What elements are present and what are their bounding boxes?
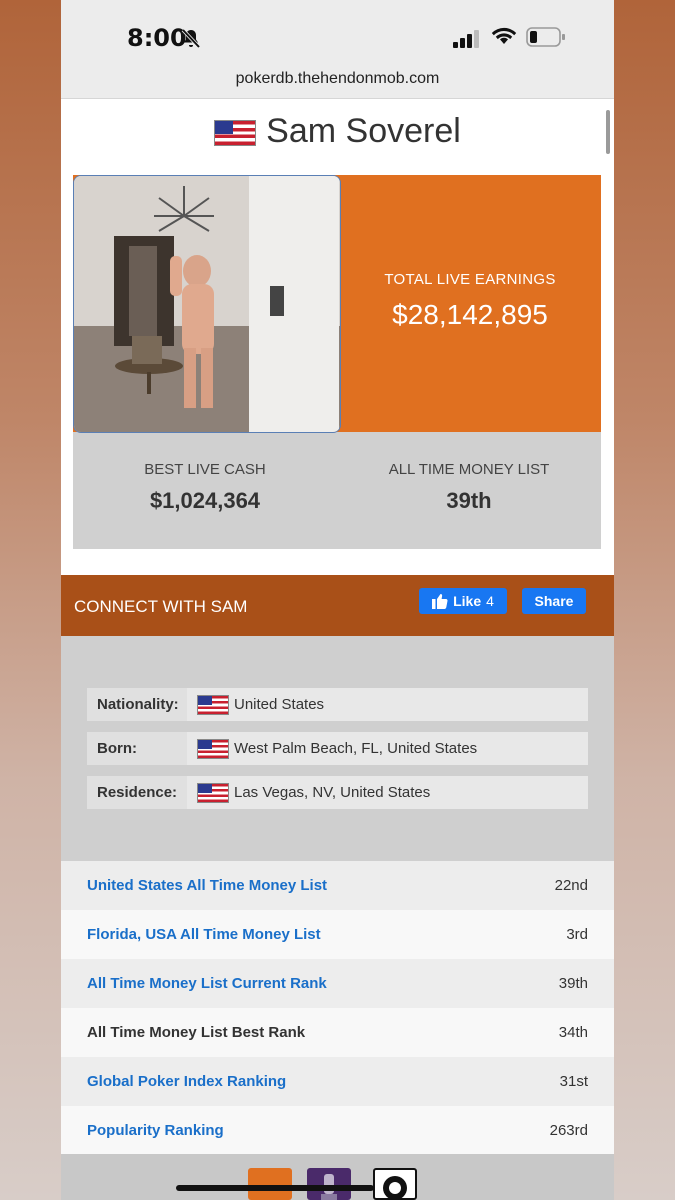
ranking-value: 263rd — [549, 1122, 588, 1139]
player-details-section: Nationality: United States Born: West Pa… — [61, 636, 614, 861]
connect-bar: CONNECT WITH SAM Like 4 Share — [61, 575, 614, 636]
player-header: Sam Soverel — [61, 112, 614, 151]
born-row: Born: West Palm Beach, FL, United States — [87, 732, 588, 765]
poker-chip-icon — [383, 1176, 407, 1200]
cellular-signal-icon — [453, 30, 479, 48]
ranking-row[interactable]: Global Poker Index Ranking 31st — [61, 1057, 614, 1106]
ranking-value: 34th — [558, 1024, 588, 1041]
like-label: Like — [453, 593, 482, 609]
footer-badges — [61, 1154, 614, 1200]
ranking-value: 3rd — [566, 926, 588, 943]
total-live-earnings-label: TOTAL LIVE EARNINGS — [384, 271, 556, 288]
best-live-cash-value: $1,024,364 — [149, 488, 261, 513]
ranking-value: 22nd — [554, 877, 588, 894]
ranking-row[interactable]: All Time Money List Current Rank 39th — [61, 959, 614, 1008]
ranking-row[interactable]: Florida, USA All Time Money List 3rd — [61, 910, 614, 959]
like-count: 4 — [486, 593, 494, 609]
ranking-link[interactable]: All Time Money List Current Rank — [87, 975, 327, 992]
born-value-wrap: West Palm Beach, FL, United States — [197, 732, 477, 765]
player-name: Sam Soverel — [266, 112, 461, 150]
ranking-link[interactable]: Popularity Ranking — [87, 1122, 224, 1139]
nationality-value-wrap: United States — [197, 688, 324, 721]
residence-row: Residence: Las Vegas, NV, United States — [87, 776, 588, 809]
status-bar: 8:00 pokerdb.thehendonmob.com — [61, 0, 614, 99]
player-summary-card: TOTAL LIVE EARNINGS $28,142,895 BEST LIV… — [73, 175, 601, 549]
us-flag-icon — [197, 738, 229, 759]
thumbs-up-icon — [432, 594, 448, 609]
born-value: West Palm Beach, FL, United States — [234, 740, 478, 757]
player-photo-image — [74, 176, 340, 432]
best-live-cash-label: BEST LIVE CASH — [144, 461, 266, 478]
facebook-like-button[interactable]: Like 4 — [419, 588, 507, 614]
residence-value-wrap: Las Vegas, NV, United States — [197, 776, 430, 809]
phone-screen: 8:00 pokerdb.thehendonmob.com Sam Sovere… — [61, 0, 614, 1200]
all-time-money-list-value: 39th — [446, 488, 492, 513]
us-flag-icon — [214, 120, 257, 147]
us-flag-icon — [197, 694, 229, 715]
all-time-money-list-label: ALL TIME MONEY LIST — [388, 461, 550, 478]
us-flag-icon — [197, 782, 229, 803]
ranking-link[interactable]: United States All Time Money List — [87, 877, 327, 894]
born-label: Born: — [87, 732, 187, 765]
ranking-row[interactable]: Popularity Ranking 263rd — [61, 1106, 614, 1155]
chip-badge-icon[interactable] — [373, 1168, 417, 1200]
ranking-link[interactable]: Florida, USA All Time Money List — [87, 926, 321, 943]
facebook-share-button[interactable]: Share — [522, 588, 586, 614]
bell-muted-icon — [181, 28, 201, 49]
ranking-row: All Time Money List Best Rank 34th — [61, 1008, 614, 1057]
ranking-label: All Time Money List Best Rank — [87, 1024, 306, 1041]
battery-icon — [526, 27, 565, 47]
nationality-value: United States — [234, 696, 325, 713]
status-time: 8:00 — [127, 24, 187, 52]
nationality-row: Nationality: United States — [87, 688, 588, 721]
browser-url-bar[interactable]: pokerdb.thehendonmob.com — [61, 70, 614, 88]
ranking-value: 39th — [558, 975, 588, 992]
ranking-row[interactable]: United States All Time Money List 22nd — [61, 861, 614, 910]
trophy-badge-icon[interactable] — [307, 1168, 351, 1200]
player-photo[interactable] — [73, 175, 341, 433]
connect-label: CONNECT WITH SAM — [74, 597, 248, 616]
ranking-value: 31st — [559, 1073, 588, 1090]
residence-value: Las Vegas, NV, United States — [234, 784, 431, 801]
gpi-badge-icon[interactable] — [248, 1168, 292, 1200]
wifi-icon — [491, 27, 517, 44]
residence-label: Residence: — [87, 776, 187, 809]
nationality-label: Nationality: — [87, 688, 187, 721]
ranking-link[interactable]: Global Poker Index Ranking — [87, 1073, 286, 1090]
home-indicator[interactable] — [176, 1185, 374, 1191]
earnings-panel: TOTAL LIVE EARNINGS $28,142,895 — [73, 175, 601, 433]
total-live-earnings-value: $28,142,895 — [392, 299, 548, 330]
trophy-icon — [321, 1174, 337, 1200]
